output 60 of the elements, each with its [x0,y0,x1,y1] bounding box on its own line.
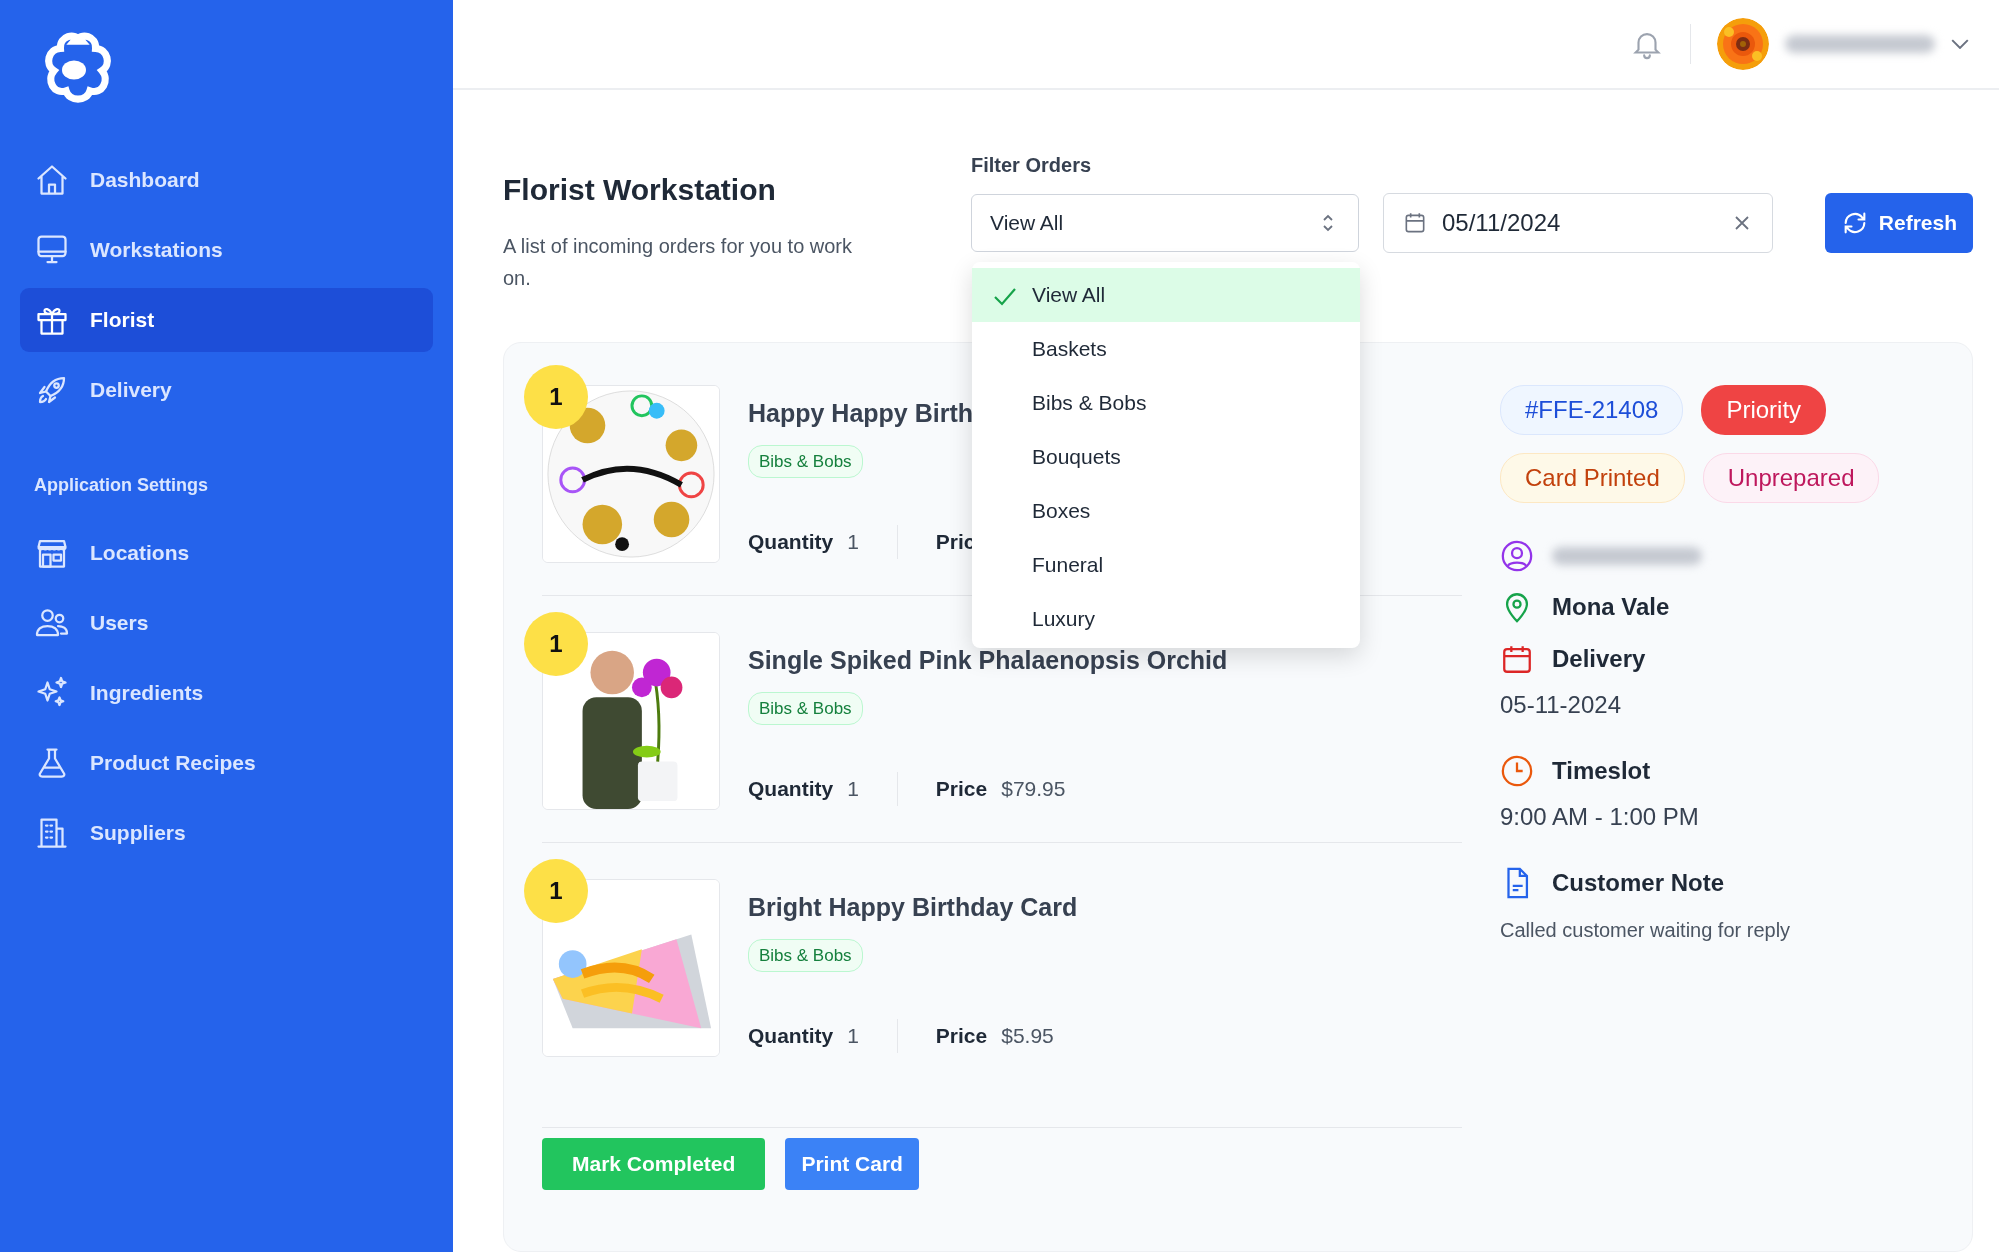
dropdown-option[interactable]: Funeral [972,538,1360,592]
price-label: Price [935,776,988,803]
refresh-button[interactable]: Refresh [1824,193,1973,253]
status-pill: Priority [1701,385,1827,435]
user-menu[interactable] [1717,18,1969,70]
dropdown-option[interactable]: Luxury [972,592,1360,646]
status-pill: Unprepared [1702,453,1880,503]
status-pill: #FFE-21408 [1500,385,1684,435]
nav-item[interactable]: Suppliers [20,801,433,865]
page-subtitle: A list of incoming orders for you to work on. [503,234,854,291]
dropdown-option[interactable]: Bibs & Bobs [972,376,1360,430]
category-tag: Bibs & Bobs [748,691,863,725]
user-circle-icon [1500,539,1534,573]
category-tag: Bibs & Bobs [748,444,863,478]
dropdown-option[interactable]: Baskets [972,322,1360,376]
home-icon [34,162,70,198]
nav-item[interactable]: Locations [20,521,433,585]
timeslot-text: 9:00 AM - 1:00 PM [1500,802,1699,832]
dropdown-option[interactable]: View All [972,268,1360,322]
nav-item[interactable]: Ingredients [20,661,433,725]
location-text: Mona Vale [1552,592,1670,622]
page-title: Florist Workstation [503,172,777,208]
quantity-label: Quantity [748,776,834,803]
nav-item[interactable]: Product Recipes [20,731,433,795]
note-label: Customer Note [1552,868,1725,898]
clock-icon [1500,754,1534,788]
quantity-value: 1 [847,776,859,803]
nav-item[interactable]: Florist [20,288,433,352]
price-label: Price [935,1023,988,1050]
count-badge: 1 [524,612,588,676]
dropdown-option[interactable]: Boxes [972,484,1360,538]
product-title: Bright Happy Birthday Card [748,892,1078,923]
quantity-label: Quantity [748,1023,834,1050]
count-badge: 1 [524,859,588,923]
product-title: Happy Happy Birth [748,398,975,429]
price-value: $5.95 [1001,1023,1054,1050]
product-title: Single Spiked Pink Phalaenopsis Orchid [748,645,1228,676]
date-field[interactable]: 05/11/2024 [1383,193,1773,253]
quantity-value: 1 [847,529,859,556]
nav-item[interactable]: Users [20,591,433,655]
nav-item[interactable]: Delivery [20,358,433,422]
building-icon [34,815,70,851]
section-title: Application Settings [34,474,209,497]
action-button[interactable]: Print Card [785,1138,919,1190]
quantity-label: Quantity [748,529,834,556]
quantity-value: 1 [847,1023,859,1050]
category-tag: Bibs & Bobs [748,938,863,972]
price-value: $79.95 [1001,776,1066,803]
delivery-date: 05-11-2024 [1500,690,1621,720]
dropdown-option[interactable]: Bouquets [972,430,1360,484]
nav-item[interactable]: Workstations [20,218,433,282]
timeslot-label: Timeslot [1552,756,1651,786]
filter-select[interactable]: View All [971,194,1359,252]
filter-label: Filter Orders [971,153,1093,178]
nav-item[interactable]: Dashboard [20,148,433,212]
note-text: Called customer waiting for reply [1500,918,1791,943]
chevron-down-icon [1951,39,1969,49]
status-pill: Card Printed [1500,453,1685,503]
count-badge: 1 [524,365,588,429]
delivery-label: Delivery [1552,644,1646,674]
